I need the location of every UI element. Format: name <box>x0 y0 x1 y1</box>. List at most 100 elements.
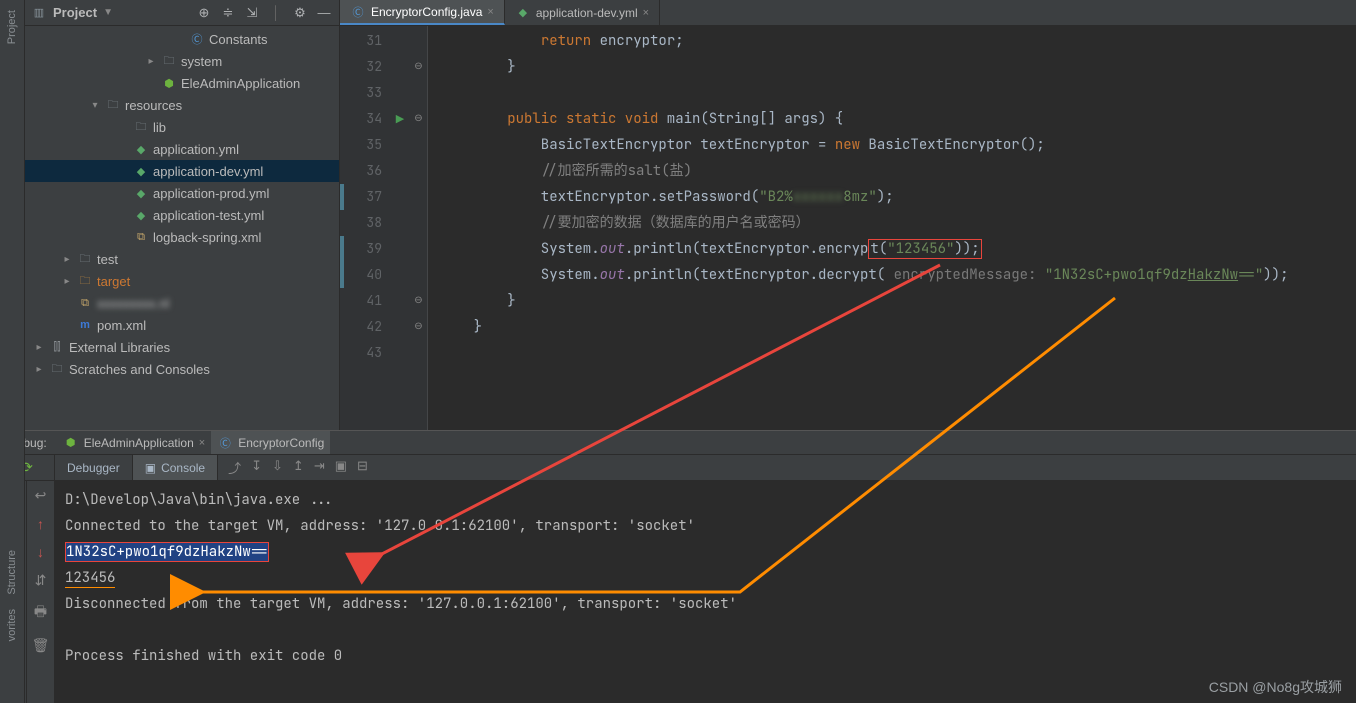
run-gutter[interactable]: ▶ <box>390 26 410 430</box>
tree-arrow-icon[interactable] <box>145 56 157 67</box>
project-tool-label[interactable]: Project <box>6 10 18 44</box>
scroll-end-icon[interactable]: ⇵ <box>35 572 47 589</box>
class-icon: Ⓒ <box>350 4 366 20</box>
structure-tool-label[interactable]: Structure <box>6 550 18 595</box>
spring-icon: ⬢ <box>63 435 79 451</box>
debug-tool-row: ⟳ Debugger▣Console ⤴ ↧ ⇩ ↥ ⇥ ▣ ⊟ <box>0 455 1356 481</box>
run-config-tab[interactable]: ⒸEncryptorConfig <box>211 431 330 454</box>
tree-row[interactable]: 🗀lib <box>25 116 339 138</box>
code-line[interactable] <box>440 80 1356 106</box>
up-stack-icon[interactable]: ↑ <box>37 516 44 532</box>
drop-frame-icon[interactable]: ▣ <box>335 458 347 477</box>
step-over-icon[interactable]: ⤴ <box>228 458 241 477</box>
tree-row[interactable]: ◆application-test.yml <box>25 204 339 226</box>
tab-label: EncryptorConfig.java <box>371 5 482 19</box>
code-line[interactable]: BasicTextEncryptor textEncryptor = new B… <box>440 132 1356 158</box>
console-line[interactable]: 123456 <box>65 565 1346 591</box>
tree-row[interactable]: ◆application.yml <box>25 138 339 160</box>
locate-icon[interactable]: ⊕ <box>195 4 213 22</box>
tree-label: Scratches and Consoles <box>69 362 210 377</box>
code-line[interactable] <box>440 340 1356 366</box>
favorites-tool-label[interactable]: vorites <box>6 609 18 641</box>
code-line[interactable]: } <box>440 54 1356 80</box>
down-stack-icon[interactable]: ↓ <box>37 544 44 560</box>
tree-row[interactable]: ⧉xxxxxxxxx.nl <box>25 292 339 314</box>
project-tree[interactable]: ⒸConstants🗀system⬢EleAdminApplication🗀re… <box>25 26 339 430</box>
clear-icon[interactable]: 🗑 <box>32 637 50 654</box>
code-line[interactable]: System.out.println(textEncryptor.encrypt… <box>440 236 1356 262</box>
yml-icon: ◆ <box>133 185 149 201</box>
sidebar-title[interactable]: Project <box>53 5 97 20</box>
debug-tab-label: Debugger <box>67 461 120 475</box>
run-config-label: EncryptorConfig <box>238 436 324 450</box>
change-marker <box>340 184 344 210</box>
close-icon[interactable]: × <box>199 437 205 449</box>
tree-row[interactable]: ◆application-dev.yml <box>25 160 339 182</box>
close-icon[interactable]: × <box>487 6 493 18</box>
console-output[interactable]: D:\Develop\Java\bin\java.exe ...Connecte… <box>55 481 1356 703</box>
editor-area: ⒸEncryptorConfig.java×◆application-dev.y… <box>340 0 1356 430</box>
tree-row[interactable]: ⫿⫿External Libraries <box>25 336 339 358</box>
tree-row[interactable]: 🗀resources <box>25 94 339 116</box>
tree-row[interactable]: ◆application-prod.yml <box>25 182 339 204</box>
tree-row[interactable]: mpom.xml <box>25 314 339 336</box>
editor-tab[interactable]: Ⓒ EncryptorConfig.java × <box>340 0 505 25</box>
code-content[interactable]: return encryptor; } public static void m… <box>428 26 1356 430</box>
step-into-icon[interactable]: ↧ <box>251 458 262 477</box>
tree-row[interactable]: ⧉logback-spring.xml <box>25 226 339 248</box>
code-editor[interactable]: 31323334353637383940414243 ▶ ⊖ ⊖ ⊖⊖ retu… <box>340 26 1356 430</box>
tree-arrow-icon[interactable] <box>61 254 73 265</box>
code-line[interactable]: } <box>440 314 1356 340</box>
tree-arrow-icon[interactable] <box>33 342 45 353</box>
console-line[interactable]: Process finished with exit code 0 <box>65 643 1346 669</box>
folder-icon: 🗀 <box>133 119 149 135</box>
close-icon[interactable]: × <box>643 7 649 19</box>
tree-arrow-icon[interactable] <box>89 100 101 111</box>
collapse-icon[interactable]: ≑ <box>219 4 237 22</box>
tree-row[interactable]: 🗀target <box>25 270 339 292</box>
code-line[interactable]: //要加密的数据（数据库的用户名或密码） <box>440 210 1356 236</box>
code-line[interactable]: //加密所需的salt(盐) <box>440 158 1356 184</box>
console-line[interactable] <box>65 617 1346 643</box>
editor-tab[interactable]: ◆application-dev.yml× <box>505 0 660 25</box>
yml-icon: ◆ <box>133 207 149 223</box>
tree-row[interactable]: 🗀Scratches and Consoles <box>25 358 339 380</box>
expand-icon[interactable]: ⇲ <box>243 4 261 22</box>
debug-step-toolbar: ⤴ ↧ ⇩ ↥ ⇥ ▣ ⊟ <box>218 458 378 477</box>
debug-config-bar: Debug: ⬢EleAdminApplication×ⒸEncryptorCo… <box>0 431 1356 455</box>
console-line[interactable]: Disconnected from the target VM, address… <box>65 591 1346 617</box>
tree-arrow-icon[interactable] <box>33 364 45 375</box>
eval-icon[interactable]: ⊟ <box>357 458 368 477</box>
editor-tabs[interactable]: ⒸEncryptorConfig.java×◆application-dev.y… <box>340 0 1356 26</box>
chevron-down-icon[interactable]: ▼ <box>103 7 113 18</box>
code-line[interactable]: textEncryptor.setPassword("B2%xxxxxx8mz"… <box>440 184 1356 210</box>
run-to-cursor-icon[interactable]: ⇥ <box>314 458 325 477</box>
folder-icon: 🗀 <box>161 53 177 69</box>
gear-icon[interactable]: ⚙ <box>291 4 309 22</box>
tree-row[interactable]: ⒸConstants <box>25 28 339 50</box>
run-config-tab[interactable]: ⬢EleAdminApplication× <box>57 431 212 454</box>
console-line[interactable]: 1N32sC+pwo1qf9dzHakzNw== <box>65 539 1346 565</box>
code-line[interactable]: System.out.println(textEncryptor.decrypt… <box>440 262 1356 288</box>
soft-wrap-icon[interactable]: ↩ <box>35 487 47 504</box>
tree-row[interactable]: 🗀test <box>25 248 339 270</box>
fold-gutter[interactable]: ⊖ ⊖ ⊖⊖ <box>410 26 428 430</box>
debug-tab-debugger[interactable]: Debugger <box>55 455 133 480</box>
debug-tab-console[interactable]: ▣Console <box>133 455 218 480</box>
print-icon[interactable]: 🖶 <box>34 601 47 625</box>
console-area: 🔧 ▷ ❚❚ ■ ● ⊘ ↩ ↑ ↓ ⇵ 🖶 🗑 D:\Develop\Java… <box>0 481 1356 703</box>
tree-arrow-icon[interactable] <box>61 276 73 287</box>
tree-row[interactable]: 🗀system <box>25 50 339 72</box>
left-tool-gutter-bottom: Structure vorites <box>0 430 25 703</box>
code-line[interactable]: } <box>440 288 1356 314</box>
minimize-icon[interactable]: — <box>315 4 333 22</box>
console-line[interactable]: Connected to the target VM, address: '12… <box>65 513 1346 539</box>
tree-row[interactable]: ⬢EleAdminApplication <box>25 72 339 94</box>
code-line[interactable]: public static void main(String[] args) { <box>440 106 1356 132</box>
change-marker <box>340 262 344 288</box>
console-line[interactable]: D:\Develop\Java\bin\java.exe ... <box>65 487 1346 513</box>
force-step-icon[interactable]: ⇩ <box>272 458 283 477</box>
debugger-tabs[interactable]: Debugger ▣Console <box>55 455 218 480</box>
step-out-icon[interactable]: ↥ <box>293 458 304 477</box>
code-line[interactable]: return encryptor; <box>440 28 1356 54</box>
